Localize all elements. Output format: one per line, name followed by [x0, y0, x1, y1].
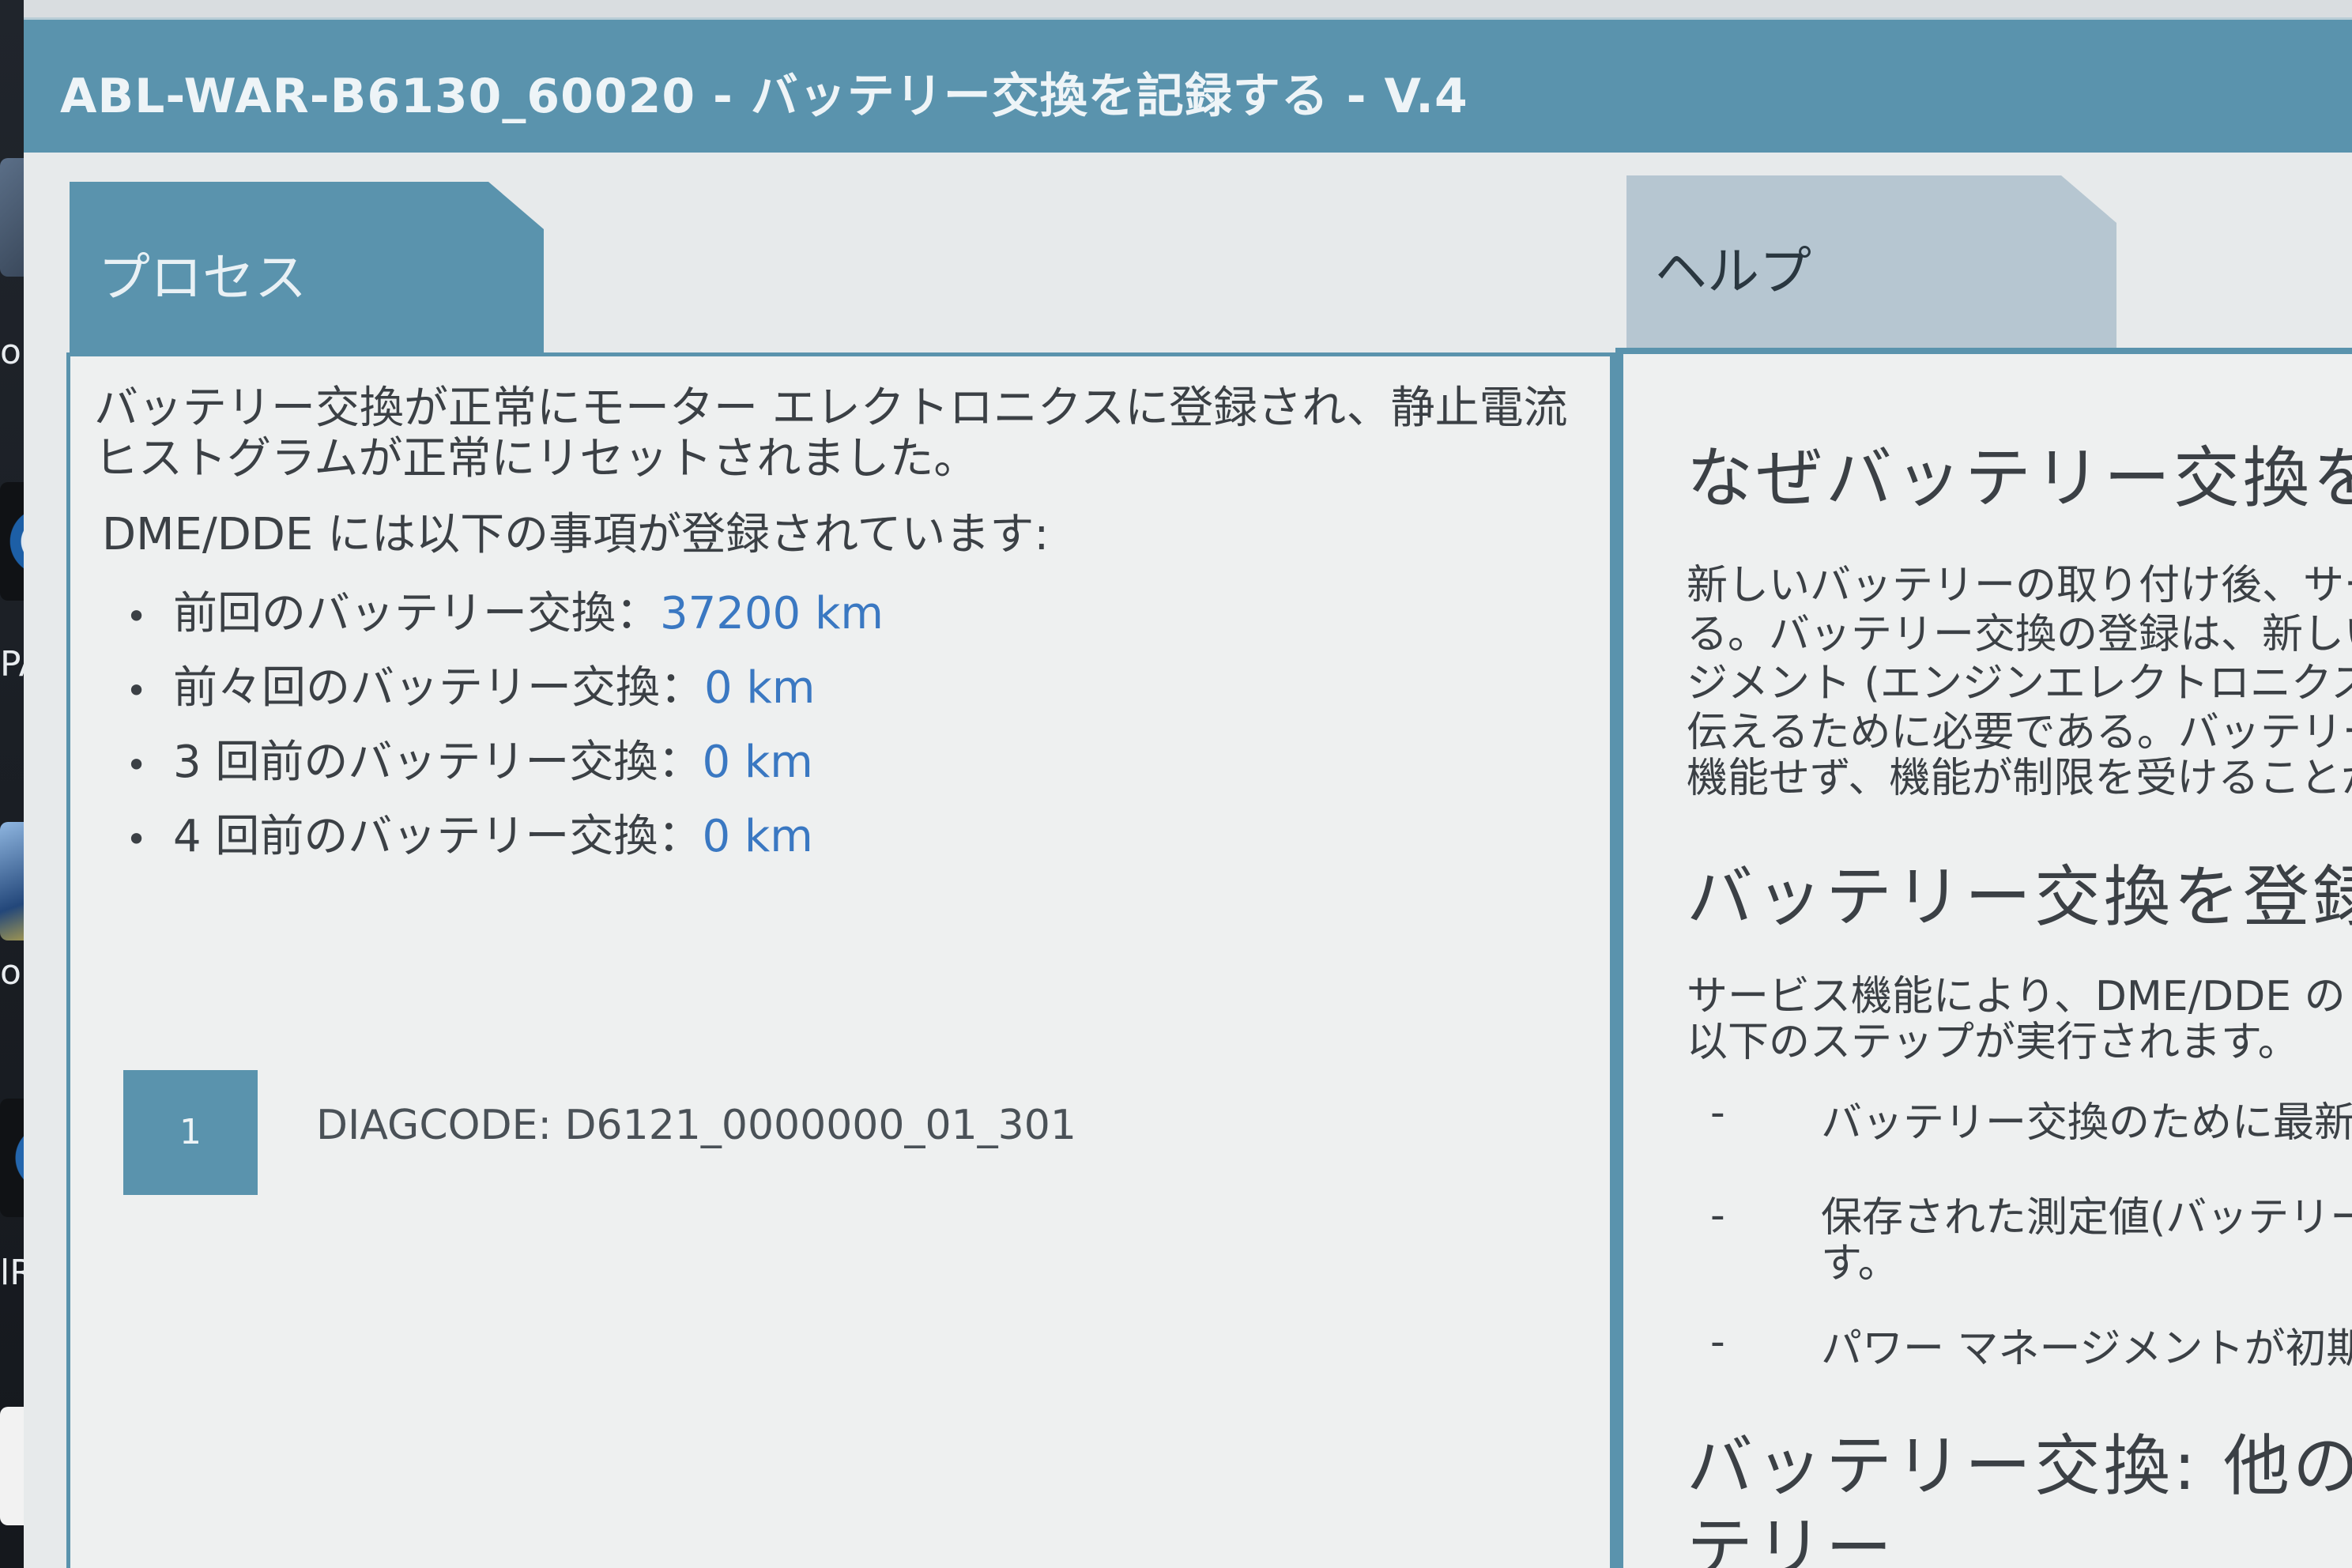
entry-label: 4 回前のバッテリー交換： — [173, 811, 703, 862]
entry-label: 3 回前のバッテリー交換： — [173, 737, 703, 788]
entry-value: 0 km — [702, 811, 813, 862]
help-paragraph-line: 以下のステップが実行されます。 — [1687, 1019, 2299, 1066]
help-list-item: バッテリー交換のために最新 — [1821, 1099, 2352, 1147]
entry-value: 0 km — [702, 737, 813, 788]
tab-process-label: プロセス — [98, 247, 307, 308]
screen: ou PA ol3 lRa ABL-WAR-B6130_60020 - バッテリ… — [0, 0, 2352, 1568]
title-bar: ABL-WAR-B6130_60020 - バッテリー交換を記録する - V.4 — [24, 17, 2352, 153]
window-top-edge — [24, 0, 2352, 17]
window-title: ABL-WAR-B6130_60020 - バッテリー交換を記録する - V.4 — [60, 69, 1468, 124]
help-list-item: 保存された測定値(バッテリー — [1821, 1194, 2352, 1242]
help-panel: なぜバッテリー交換を 新しいバッテリーの取り付け後、サー る。バッテリー交換の登… — [1615, 348, 2352, 1568]
help-list-dash: - — [1710, 1192, 1725, 1239]
help-list-dash: - — [1710, 1089, 1725, 1136]
tab-help[interactable]: ヘルプ — [1626, 175, 2116, 349]
help-heading: バッテリー交換: 他の — [1687, 1427, 2352, 1505]
bullet-icon: • — [126, 743, 148, 786]
registered-heading: DME/DDE には以下の事項が登録されています: — [102, 509, 1050, 560]
entry-value: 0 km — [704, 662, 816, 714]
tab-process[interactable]: プロセス — [70, 182, 544, 356]
bullet-icon: • — [126, 594, 148, 638]
tab-help-label: ヘルプ — [1655, 241, 1811, 302]
help-list-item: パワー マネージメントが初期 — [1821, 1325, 2352, 1373]
entry-label: 前々回のバッテリー交換： — [173, 662, 704, 714]
help-heading: バッテリー交換を登録 — [1687, 858, 2352, 936]
help-list-item: す。 — [1821, 1240, 1899, 1287]
process-panel: バッテリー交換が正常にモーター エレクトロニクスに登録され、静止電流 ヒストグラ… — [66, 352, 1616, 1568]
list-item: • 前々回のバッテリー交換：0 km — [126, 652, 815, 716]
list-item: • 3 回前のバッテリー交換：0 km — [126, 726, 813, 790]
entry-value: 37200 km — [660, 588, 884, 639]
help-paragraph-line: 機能せず、機能が制限を受けることが — [1687, 755, 2352, 802]
help-heading: テリー — [1687, 1510, 1896, 1568]
step-number-badge: 1 — [123, 1070, 258, 1195]
help-heading: なぜバッテリー交換を — [1687, 439, 2352, 517]
result-message-line: ヒストグラムが正常にリセットされました。 — [94, 433, 978, 484]
app-window: ABL-WAR-B6130_60020 - バッテリー交換を記録する - V.4… — [24, 0, 2352, 1568]
list-item: • 前回のバッテリー交換：37200 km — [126, 578, 884, 642]
help-list-dash: - — [1710, 1318, 1725, 1366]
diagcode-text: DIAGCODE: D6121_0000000_01_301 — [316, 1102, 1076, 1149]
bullet-icon: • — [126, 669, 148, 712]
list-item: • 4 回前のバッテリー交換：0 km — [126, 801, 813, 865]
entry-label: 前回のバッテリー交換： — [173, 588, 660, 639]
bullet-icon: • — [126, 817, 148, 861]
